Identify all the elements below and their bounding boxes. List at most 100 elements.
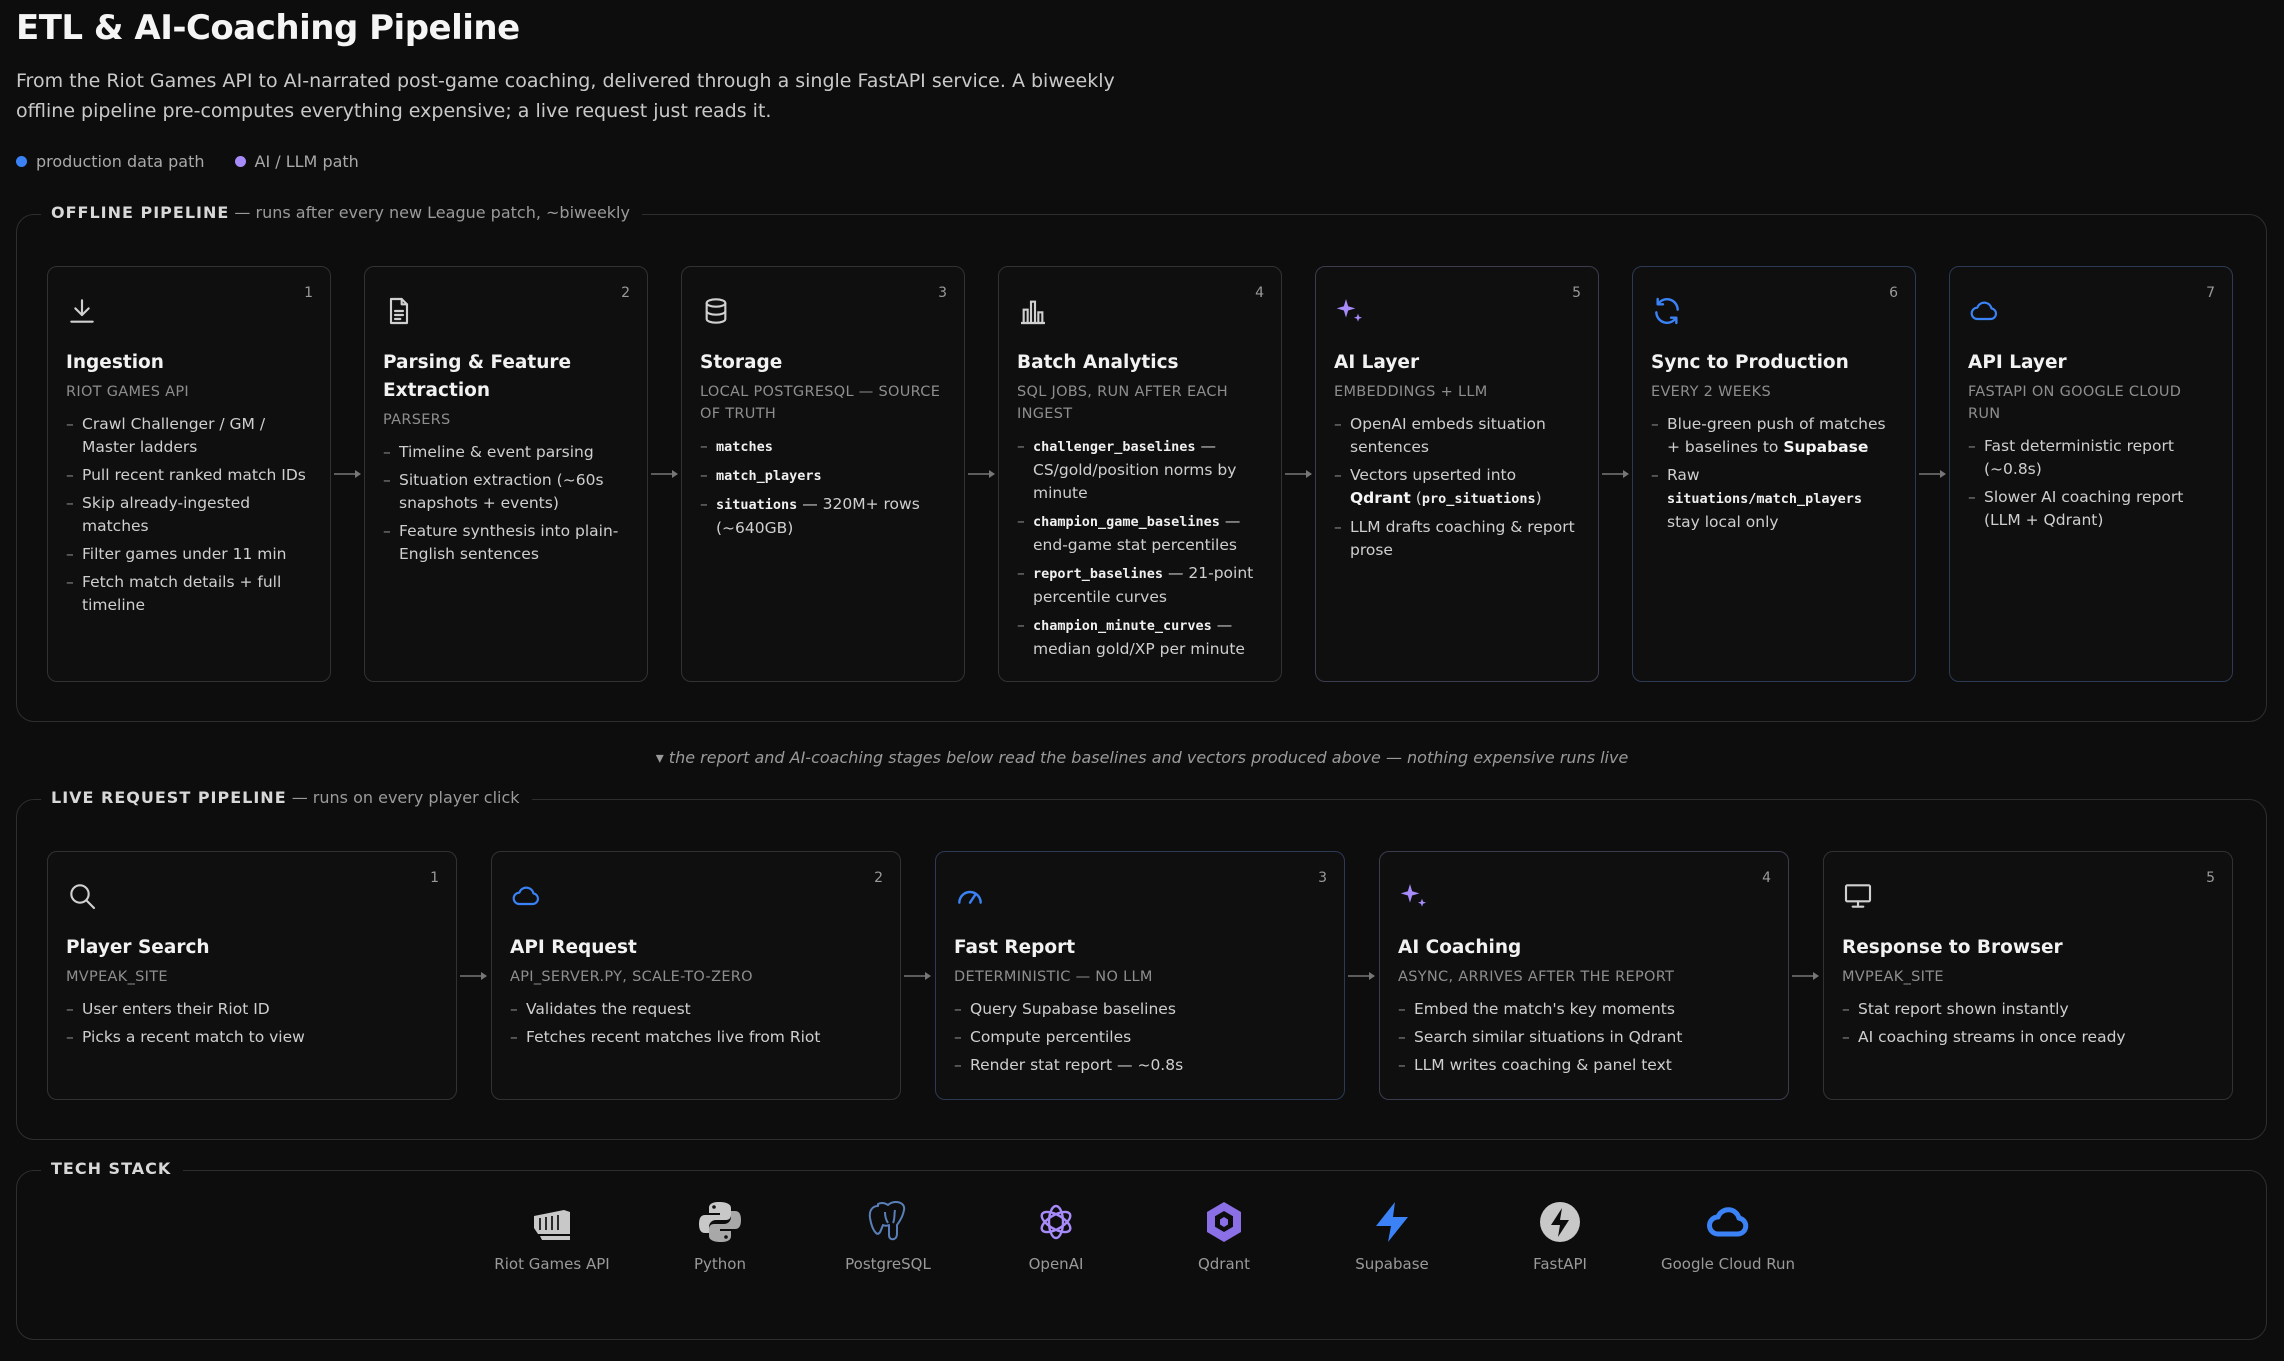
tech-item-riot-games-api: Riot Games API [477, 1198, 627, 1274]
card-bullets: Embed the match's key moments Search simi… [1398, 998, 1770, 1077]
tech-item-fastapi: FastAPI [1485, 1198, 1635, 1274]
tech-name: Python [694, 1255, 746, 1273]
legend: production data path AI / LLM path [16, 152, 359, 171]
monitor-icon [1842, 880, 1874, 912]
google-cloud-icon [1704, 1198, 1752, 1246]
pipeline-card-player-search: 1 Player Search MVPEAK_SITE User enters the… [47, 851, 457, 1100]
bullet-item: Blue-green push of matches + baselines t… [1651, 413, 1897, 459]
section-desc: — runs after every new League patch, ~bi… [234, 203, 630, 222]
page-subtitle: From the Riot Games API to AI-narrated p… [16, 70, 1115, 122]
legend-item-production: production data path [16, 152, 205, 171]
arrow-right-icon [1916, 468, 1949, 480]
step-number: 2 [621, 285, 630, 301]
card-bullets: Timeline & event parsing Situation extrac… [383, 441, 629, 566]
bullet-item: Situation extraction (~60s snapshots + e… [383, 469, 629, 515]
pipeline-card-ai-coaching: 4 AI Coaching ASYNC, ARRIVES AFTER THE REP… [1379, 851, 1789, 1100]
card-title: Response to Browser [1842, 937, 2063, 958]
sparkle-icon [1334, 295, 1366, 327]
tech-name: Supabase [1355, 1255, 1429, 1273]
pipeline-card-api-layer: 7 API Layer FASTAPI ON GOOGLE CLOUD RUN Fas… [1949, 266, 2233, 682]
bullet-item: champion_game_baselines — end-game stat … [1017, 510, 1263, 557]
card-title: Ingestion [66, 352, 164, 373]
bullet-item: LLM writes coaching & panel text [1398, 1054, 1770, 1077]
cloud-icon [510, 880, 542, 912]
pipeline-note: ▾ the report and AI-coaching stages belo… [655, 748, 1629, 767]
card-subtitle: MVPEAK_SITE [66, 969, 168, 985]
step-number: 5 [1572, 285, 1581, 301]
arrow-right-icon [1345, 970, 1379, 982]
legend-item-ai: AI / LLM path [234, 152, 359, 171]
arrow-right-icon [1599, 468, 1632, 480]
bullet-item: matches [700, 435, 946, 459]
bullet-item: Fetch match details + full timeline [66, 571, 312, 617]
card-subtitle: API_SERVER.PY, SCALE-TO-ZERO [510, 969, 753, 985]
card-bullets: matches match_players situations — 320M+ r… [700, 435, 946, 540]
arrow-right-icon [457, 970, 491, 982]
riot-fist-icon [528, 1198, 576, 1246]
card-bullets: Validates the request Fetches recent matc… [510, 998, 882, 1049]
card-subtitle: FASTAPI ON GOOGLE CLOUD RUN [1968, 384, 2182, 422]
purple-dot-icon [234, 156, 246, 167]
bullet-item: Stat report shown instantly [1842, 998, 2214, 1021]
tech-item-qdrant: Qdrant [1149, 1198, 1299, 1274]
card-subtitle: EMBEDDINGS + LLM [1334, 384, 1488, 400]
card-subtitle: MVPEAK_SITE [1842, 969, 1944, 985]
bullet-item: AI coaching streams in once ready [1842, 1026, 2214, 1049]
bullet-item: champion_minute_curves — median gold/XP … [1017, 614, 1263, 661]
bullet-item: LLM drafts coaching & report prose [1334, 516, 1580, 562]
card-subtitle: EVERY 2 WEEKS [1651, 384, 1771, 400]
pipeline-card-response-to-browser: 5 Response to Browser MVPEAK_SITE Stat repo… [1823, 851, 2233, 1100]
pipeline-card-api-request: 2 API Request API_SERVER.PY, SCALE-TO-ZERO… [491, 851, 901, 1100]
legend-label: production data path [36, 152, 205, 171]
bullet-item: Fast deterministic report (~0.8s) [1968, 435, 2214, 481]
table-name: challenger_baselines [1033, 439, 1196, 455]
bullet-item: Timeline & event parsing [383, 441, 629, 464]
card-title: Player Search [66, 937, 210, 958]
card-subtitle: LOCAL POSTGRESQL — SOURCE OF TRUTH [700, 384, 941, 422]
tech-name: OpenAI [1028, 1255, 1084, 1273]
bullet-item: Picks a recent match to view [66, 1026, 438, 1049]
arrow-right-icon [1282, 468, 1315, 480]
card-subtitle: DETERMINISTIC — NO LLM [954, 969, 1153, 985]
tech-name: FastAPI [1533, 1255, 1587, 1273]
table-name: situations [716, 497, 798, 513]
step-number: 2 [874, 870, 883, 886]
step-number: 6 [1889, 285, 1898, 301]
arrow-right-icon [901, 970, 935, 982]
bullet-item: challenger_baselines — CS/gold/position … [1017, 435, 1263, 505]
pipeline-card-ingestion: 1 Ingestion RIOT GAMES API Crawl Challenger… [47, 266, 331, 682]
tech-item-postgresql: PostgreSQL [813, 1198, 963, 1274]
pipeline-card-ai-layer: 5 AI Layer EMBEDDINGS + LLM OpenAI embeds s… [1315, 266, 1599, 682]
card-bullets: Stat report shown instantly AI coaching s… [1842, 998, 2214, 1049]
section-title: OFFLINE PIPELINE [51, 203, 230, 222]
gauge-icon [954, 880, 986, 912]
database-icon [700, 295, 732, 327]
card-bullets: Crawl Challenger / GM / Master ladders Pu… [66, 413, 312, 617]
tech-name: Google Cloud Run [1660, 1255, 1796, 1273]
card-title: Fast Report [954, 937, 1076, 958]
bullet-item: situations — 320M+ rows (~640GB) [700, 493, 946, 540]
pipeline-card-fast-report: 3 Fast Report DETERMINISTIC — NO LLM Query … [935, 851, 1345, 1100]
supabase-icon [1368, 1198, 1416, 1246]
step-number: 3 [1318, 870, 1327, 886]
bullet-item: Slower AI coaching report (LLM + Qdrant) [1968, 486, 2214, 532]
legend-label: AI / LLM path [254, 152, 359, 171]
pipeline-card-parsing-feature-extraction: 2 Parsing & Feature Extraction PARSERS Time… [364, 266, 648, 682]
arrow-right-icon [648, 468, 681, 480]
card-title: API Request [510, 937, 637, 958]
python-icon [696, 1198, 744, 1246]
bullet-item: Render stat report — ~0.8s [954, 1054, 1326, 1077]
tech-name: PostgreSQL [845, 1255, 931, 1273]
bullet-item: match_players [700, 464, 946, 488]
section-title: LIVE REQUEST PIPELINE [51, 788, 287, 807]
live-pipeline-label: LIVE REQUEST PIPELINE — runs on every pl… [41, 788, 532, 807]
section-desc: — runs on every player click [291, 788, 520, 807]
card-subtitle: PARSERS [383, 412, 451, 428]
bullet-item: Fetches recent matches live from Riot [510, 1026, 882, 1049]
bullet-item: Filter games under 11 min [66, 543, 312, 566]
step-number: 5 [2206, 870, 2215, 886]
tech-item-google-cloud-run: Google Cloud Run [1653, 1198, 1803, 1274]
card-bullets: OpenAI embeds situation sentences Vectors… [1334, 413, 1580, 562]
step-number: 4 [1762, 870, 1771, 886]
table-name: report_baselines [1033, 566, 1164, 582]
